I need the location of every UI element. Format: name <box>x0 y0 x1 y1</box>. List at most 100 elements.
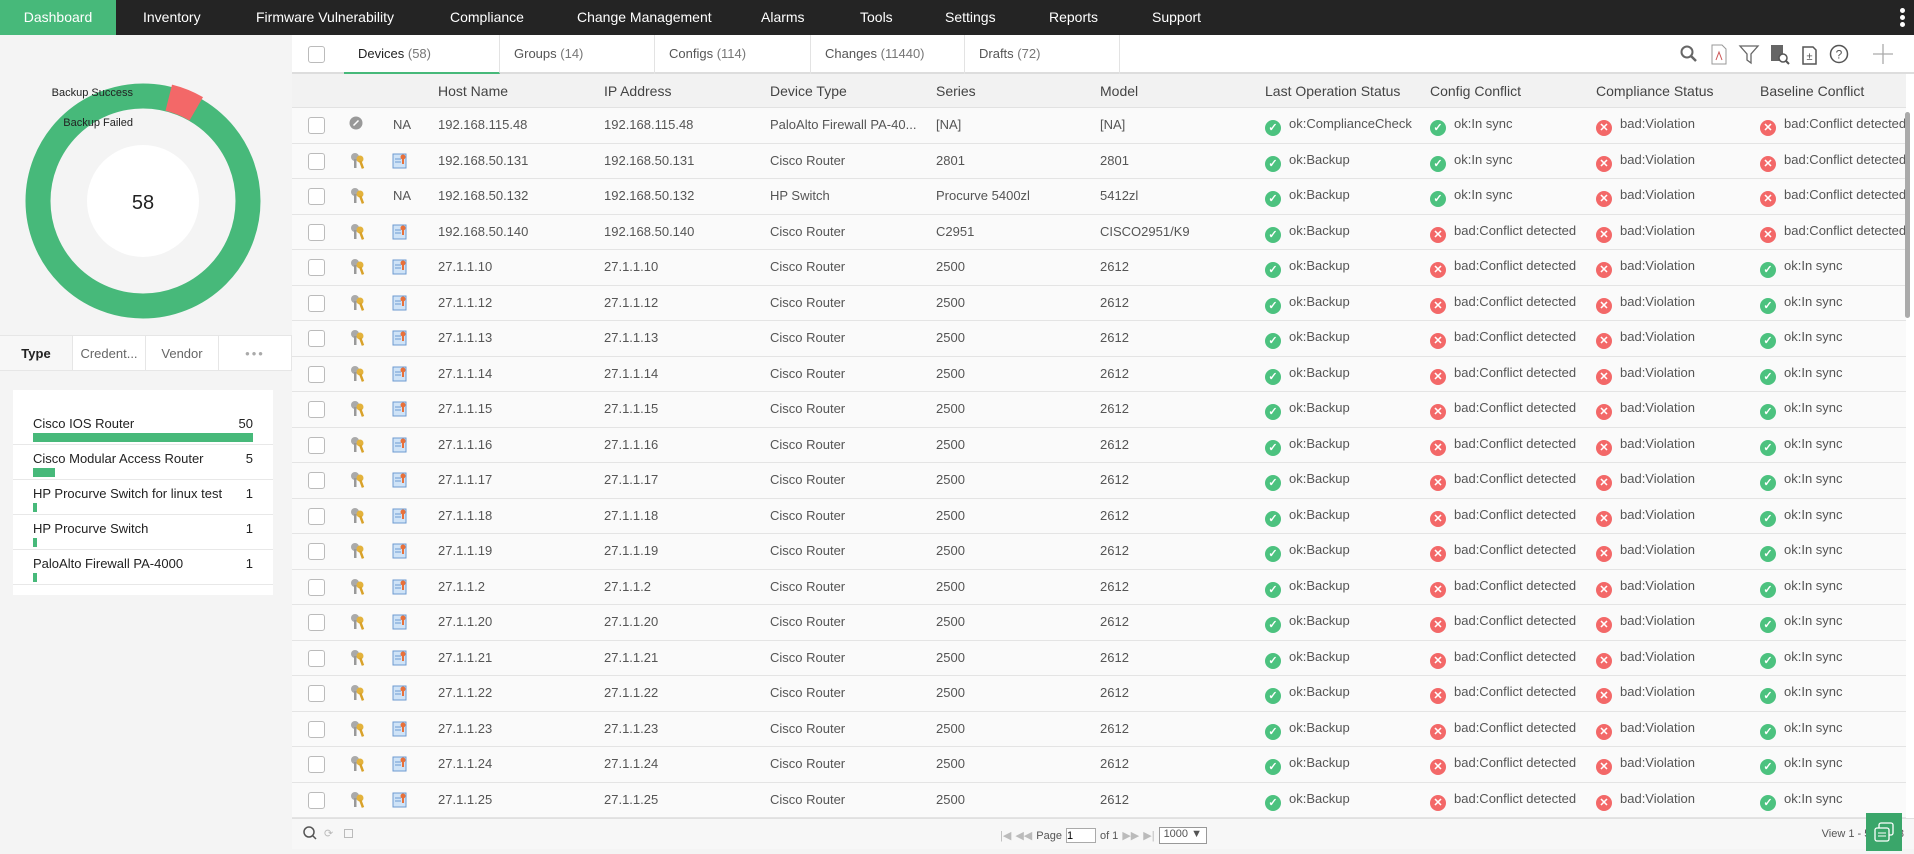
table-row[interactable]: 27.1.1.10 27.1.1.10 Cisco Router 2500 2612 ✓ o… <box>292 250 1906 286</box>
tab-vendor[interactable]: Vendor <box>146 336 219 370</box>
col-compliance-status[interactable]: Compliance Status <box>1596 83 1714 99</box>
table-row[interactable]: 27.1.1.17 27.1.1.17 Cisco Router 2500 2612 ✓ o… <box>292 463 1906 499</box>
filter-icon[interactable] <box>1738 43 1760 65</box>
nav-settings[interactable]: Settings <box>945 0 996 35</box>
row-checkbox[interactable] <box>308 543 325 560</box>
host-name-link[interactable]: 27.1.1.23 <box>438 721 492 736</box>
certificate-icon[interactable] <box>392 542 408 563</box>
credential-key-icon[interactable] <box>349 258 365 279</box>
certificate-icon[interactable] <box>392 436 408 457</box>
host-name-link[interactable]: 27.1.1.21 <box>438 650 492 665</box>
table-row[interactable]: 27.1.1.2 27.1.1.2 Cisco Router 2500 2612 ✓ ok:… <box>292 569 1906 605</box>
table-row[interactable]: NA 192.168.50.132 192.168.50.132 HP Switch P… <box>292 179 1906 215</box>
host-name-link[interactable]: 27.1.1.25 <box>438 792 492 807</box>
prev-page-icon[interactable]: ◀◀ <box>1015 829 1032 842</box>
nav-compliance[interactable]: Compliance <box>450 0 524 35</box>
nav-change-management[interactable]: Change Management <box>577 0 712 35</box>
certificate-icon[interactable] <box>392 649 408 670</box>
credential-key-icon[interactable] <box>349 187 365 208</box>
host-name-link[interactable]: 27.1.1.16 <box>438 437 492 452</box>
credential-key-icon[interactable] <box>349 720 365 741</box>
row-checkbox[interactable] <box>308 756 325 773</box>
table-row[interactable]: 27.1.1.19 27.1.1.19 Cisco Router 2500 2612 ✓ o… <box>292 534 1906 570</box>
row-checkbox[interactable] <box>308 401 325 418</box>
credential-key-icon[interactable] <box>349 507 365 528</box>
table-row[interactable]: 27.1.1.15 27.1.1.15 Cisco Router 2500 2612 ✓ o… <box>292 392 1906 428</box>
host-name-link[interactable]: 27.1.1.22 <box>438 685 492 700</box>
credential-key-icon[interactable] <box>349 329 365 350</box>
page-input[interactable] <box>1065 828 1096 843</box>
host-name-link[interactable]: 27.1.1.14 <box>438 366 492 381</box>
host-name-link[interactable]: 192.168.115.48 <box>438 117 527 132</box>
host-name-link[interactable]: 27.1.1.10 <box>438 259 492 274</box>
host-name-link[interactable]: 27.1.1.18 <box>438 508 492 523</box>
tab-credentials[interactable]: Credent... <box>73 336 146 370</box>
host-name-link[interactable]: 27.1.1.17 <box>438 472 492 487</box>
column-chooser-icon[interactable] <box>344 829 353 838</box>
search-icon[interactable] <box>302 825 318 844</box>
certificate-icon[interactable] <box>392 507 408 528</box>
host-name-link[interactable]: 27.1.1.13 <box>438 330 492 345</box>
edit-icon[interactable] <box>349 116 363 133</box>
tab-changes[interactable]: Changes (11440) <box>811 35 965 74</box>
certificate-icon[interactable] <box>392 329 408 350</box>
host-name-link[interactable]: 27.1.1.12 <box>438 295 492 310</box>
last-page-icon[interactable]: ▶| <box>1143 829 1154 842</box>
table-row[interactable]: 27.1.1.23 27.1.1.23 Cisco Router 2500 2612 ✓ o… <box>292 711 1906 747</box>
row-checkbox[interactable] <box>308 152 325 170</box>
row-checkbox[interactable] <box>308 578 325 596</box>
nav-support[interactable]: Support <box>1152 0 1201 35</box>
host-name-link[interactable]: 27.1.1.2 <box>438 579 485 594</box>
table-row[interactable]: 27.1.1.24 27.1.1.24 Cisco Router 2500 2612 ✓ o… <box>292 747 1906 783</box>
tab-type[interactable]: Type <box>0 336 73 370</box>
export-icon[interactable]: ± <box>1798 43 1820 65</box>
host-name-link[interactable]: 27.1.1.24 <box>438 756 492 771</box>
tab-configs[interactable]: Configs (114) <box>655 35 811 74</box>
host-name-link[interactable]: 27.1.1.19 <box>438 543 492 558</box>
help-icon[interactable]: ? <box>1828 43 1850 65</box>
table-row[interactable]: 27.1.1.22 27.1.1.22 Cisco Router 2500 2612 ✓ o… <box>292 676 1906 712</box>
col-host-name[interactable]: Host Name <box>438 83 508 99</box>
credential-key-icon[interactable] <box>349 471 365 492</box>
certificate-icon[interactable] <box>392 294 408 315</box>
device-type-item[interactable]: Cisco Modular Access Router 5 <box>13 445 273 480</box>
table-row[interactable]: 27.1.1.13 27.1.1.13 Cisco Router 2500 2612 ✓ o… <box>292 321 1906 357</box>
table-row[interactable]: 192.168.50.140 192.168.50.140 Cisco Router… <box>292 214 1906 250</box>
row-checkbox[interactable] <box>308 365 325 383</box>
certificate-icon[interactable] <box>392 400 408 421</box>
certificate-icon[interactable] <box>392 755 408 776</box>
table-row[interactable]: NA 192.168.115.48 192.168.115.48 PaloAlto F… <box>292 108 1906 144</box>
table-row[interactable]: 27.1.1.25 27.1.1.25 Cisco Router 2500 2612 ✓ o… <box>292 782 1906 818</box>
certificate-icon[interactable] <box>392 578 408 599</box>
col-ip-address[interactable]: IP Address <box>604 83 671 99</box>
row-checkbox[interactable] <box>308 294 325 312</box>
row-checkbox[interactable] <box>308 614 325 631</box>
credential-key-icon[interactable] <box>349 400 365 421</box>
credential-key-icon[interactable] <box>349 649 365 670</box>
select-all-checkbox[interactable] <box>308 46 325 63</box>
row-checkbox[interactable] <box>308 649 325 667</box>
table-row[interactable]: 27.1.1.18 27.1.1.18 Cisco Router 2500 2612 ✓ o… <box>292 498 1906 534</box>
credential-key-icon[interactable] <box>349 223 365 244</box>
col-baseline-conflict[interactable]: Baseline Conflict <box>1760 83 1864 99</box>
search-icon[interactable] <box>1678 43 1700 65</box>
host-name-link[interactable]: 192.168.50.140 <box>438 224 528 239</box>
certificate-icon[interactable] <box>392 791 408 812</box>
first-page-icon[interactable]: |◀ <box>1000 829 1011 842</box>
nav-reports[interactable]: Reports <box>1049 0 1098 35</box>
certificate-icon[interactable] <box>392 613 408 634</box>
add-icon[interactable] <box>1872 43 1894 65</box>
next-page-icon[interactable]: ▶▶ <box>1122 829 1139 842</box>
table-scrollbar[interactable] <box>1905 112 1910 318</box>
more-tabs-icon[interactable]: ••• <box>219 336 292 370</box>
row-checkbox[interactable] <box>308 188 325 205</box>
row-checkbox[interactable] <box>308 720 325 738</box>
nav-tools[interactable]: Tools <box>860 0 893 35</box>
credential-key-icon[interactable] <box>349 294 365 315</box>
report-search-icon[interactable] <box>1768 43 1790 65</box>
device-type-item[interactable]: HP Procurve Switch 1 <box>13 515 273 550</box>
tab-devices[interactable]: Devices (58) <box>344 35 500 74</box>
col-series[interactable]: Series <box>936 83 976 99</box>
credential-key-icon[interactable] <box>349 755 365 776</box>
table-row[interactable]: 27.1.1.14 27.1.1.14 Cisco Router 2500 2612 ✓ o… <box>292 356 1906 392</box>
